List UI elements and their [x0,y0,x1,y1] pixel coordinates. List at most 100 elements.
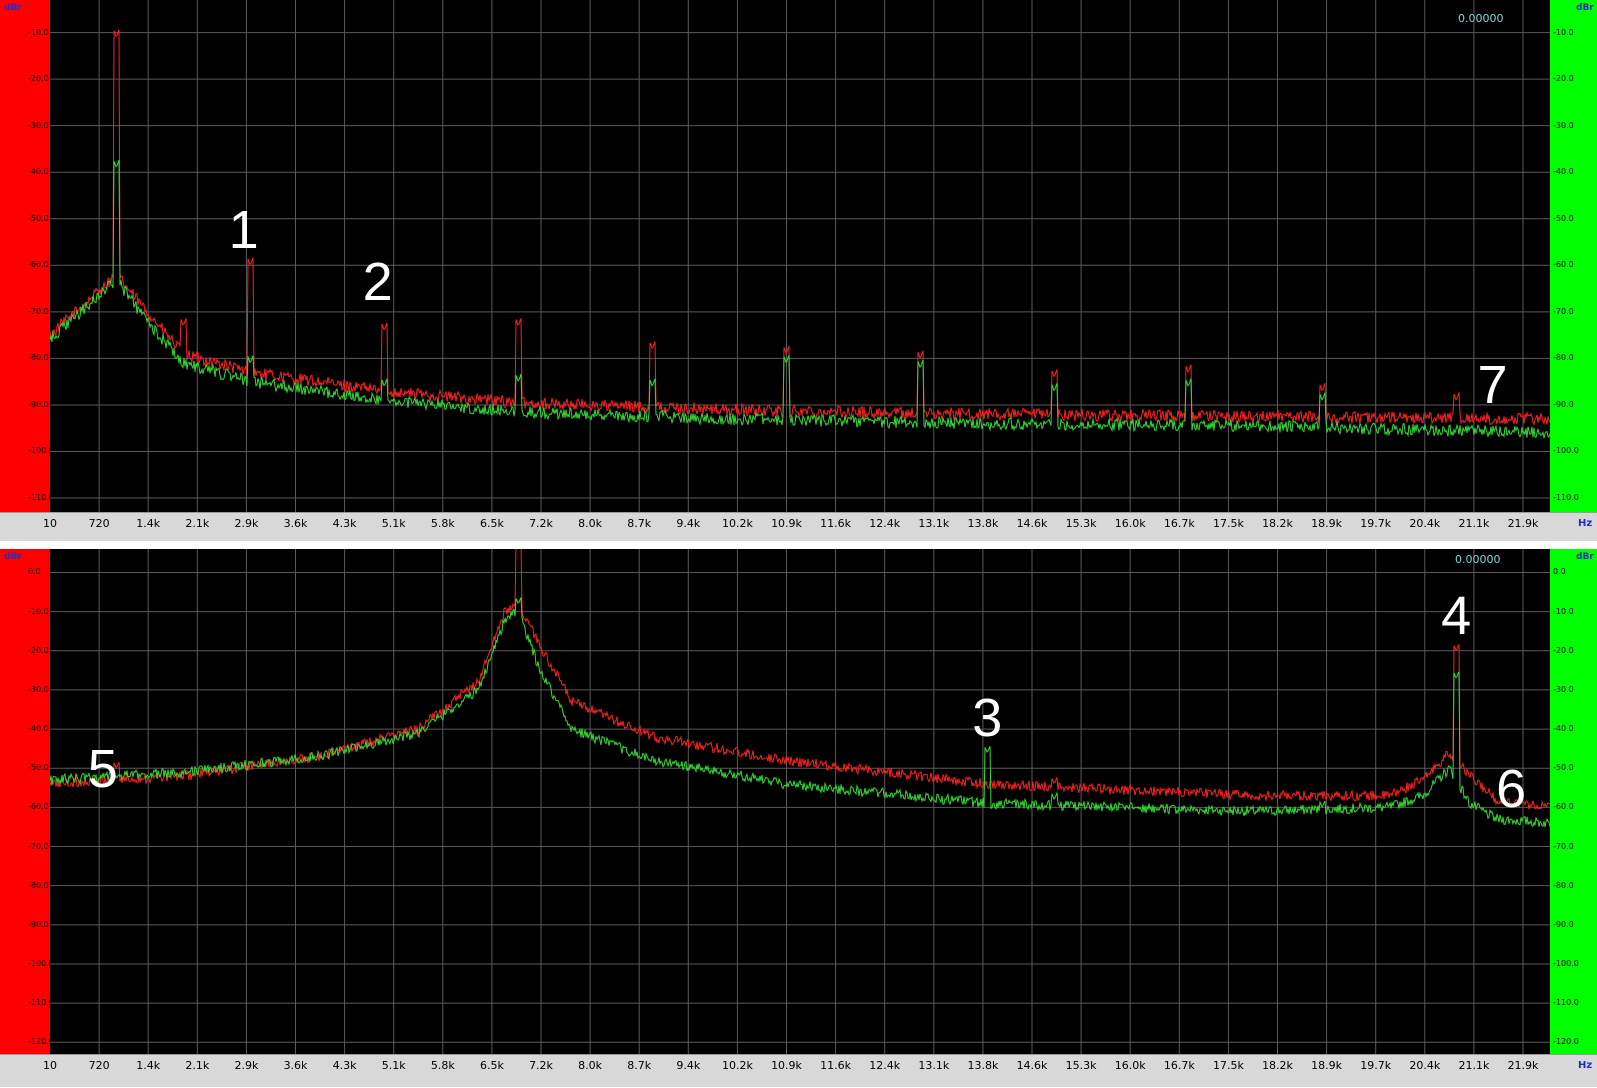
x-tick-label: 11.6k [820,517,852,530]
y-tick-label: -10.0 [1553,606,1574,616]
x-tick-label: 2.1k [185,1059,210,1072]
x-tick-label: 1.4k [136,1059,161,1072]
y-tick-label: -110.0 [1553,493,1579,503]
y-tick-label: -10.0 [1553,27,1574,37]
y-tick-label: -70.0 [28,306,49,316]
y-tick-label: -10.0 [28,27,49,37]
y-tick-label: -110.0 [1553,998,1579,1008]
x-tick-label: 19.7k [1360,1059,1392,1072]
y-tick-label: -40.0 [1553,167,1574,177]
x-tick-label: 720 [88,517,110,530]
y-tick-label: -30.0 [28,684,49,694]
spectrum-panel-top: dBr -10.0 -20.0 -30.0 -40.0 -50.0 -60.0 -70.0 -… [0,0,1597,543]
y-tick-label: -50.0 [28,213,49,223]
x-tick-label: 11.6k [820,1059,852,1072]
x-tick-label: 21.1k [1458,1059,1490,1072]
x-tick-label: 16.7k [1163,517,1195,530]
x-tick-label: 6.5k [479,517,504,530]
y-tick-label: -60.0 [1553,802,1574,812]
y-tick-label: -30.0 [1553,120,1574,130]
x-tick-label: 13.1k [918,1059,950,1072]
x-tick-label: 10.9k [771,1059,802,1072]
y-tick-label: -40.0 [28,724,49,734]
y-tick-label: -10.0 [28,606,49,616]
x-tick-label: 10.9k [771,517,802,530]
x-tick-label: 4.3k [332,1059,357,1072]
x-tick-label: 8.7k [627,517,652,530]
x-tick-label: 16.0k [1114,1059,1146,1072]
x-tick-label: 5.1k [381,1059,406,1072]
annotation-marker: 5 [87,738,118,799]
x-unit-label: Hz [1578,518,1593,529]
frequency-axis: 10 720 1.4k 2.1k 2.9k 3.6k 4.3k 5.1k 5.8k 6.5k 7.2… [0,1054,1597,1087]
y-tick-label: -80.0 [1553,353,1574,363]
x-tick-label: 18.9k [1311,1059,1343,1072]
y-tick-label: -30.0 [28,120,49,130]
green-channel-trace [50,597,1550,828]
x-tick-label: 2.9k [234,517,259,530]
x-tick-label: 14.6k [1016,1059,1048,1072]
y-tick-label: -50.0 [1553,213,1574,223]
frequency-axis: 10 720 1.4k 2.1k 2.9k 3.6k 4.3k 5.1k 5.8k 6.5k 7.2… [0,512,1597,541]
x-tick-label: 20.4k [1409,1059,1441,1072]
x-tick-label: 10.2k [721,517,753,530]
y-tick-label: -90.0 [28,399,49,409]
x-tick-label: 3.6k [283,1059,308,1072]
x-tick-label: 7.2k [529,1059,553,1072]
y-tick-label: -60.0 [28,260,49,270]
x-tick-label: 2.9k [234,1059,259,1072]
right-level-bar: dBr -10.0 -20.0 -30.0 -40.0 -50.0 -60.0 -70.0 -… [1550,0,1597,512]
y-tick-label: -60.0 [1553,260,1574,270]
left-level-bar: dBr -10.0 -20.0 -30.0 -40.0 -50.0 -60.0 -70.0 -… [0,0,54,512]
x-tick-label: 15.3k [1065,517,1097,530]
y-tick-label: -50.0 [1553,763,1574,773]
x-tick-label: 8.0k [578,1059,603,1072]
x-tick-label: 5.1k [381,517,406,530]
annotation-marker: 6 [1496,758,1527,819]
plot-area: 0.00000 1 2 7 [50,0,1550,512]
annotation-marker: 4 [1441,585,1472,646]
x-tick-label: 9.4k [676,517,701,530]
annotation-marker: 7 [1477,355,1508,416]
x-tick-label: 8.7k [627,1059,652,1072]
annotation-marker: 3 [972,687,1003,748]
y-tick-label: -40.0 [1553,724,1574,734]
x-tick-label: 10 [43,1059,57,1072]
x-tick-label: 12.4k [869,517,901,530]
y-tick-label: -100.0 [1553,958,1579,968]
x-tick-label: 17.5k [1212,517,1244,530]
annotation-marker: 1 [228,200,259,261]
x-tick-label: 18.9k [1311,517,1343,530]
x-tick-label: 21.9k [1507,1059,1539,1072]
red-channel-trace [50,549,1550,810]
plot-area: 0.00000 3 4 5 6 [50,549,1550,1054]
y-tick-label: -20.0 [28,74,49,84]
y-tick-label: -80.0 [1553,880,1574,890]
x-tick-label: 4.3k [332,517,357,530]
y-tick-label: -20.0 [28,645,49,655]
x-tick-label: 21.9k [1507,517,1539,530]
x-tick-label: 13.1k [918,517,950,530]
x-tick-label: 14.6k [1016,517,1048,530]
grid [50,0,1550,512]
x-tick-label: 1.4k [136,517,161,530]
y-tick-label: -60.0 [28,802,49,812]
x-tick-label: 10 [43,517,57,530]
left-unit-label: dBr [4,552,22,562]
x-tick-label: 16.0k [1114,517,1146,530]
y-tick-label: -40.0 [28,167,49,177]
spectrum-panel-bottom: dBr 0.0 -10.0 -20.0 -30.0 -40.0 -50.0 -60.0 -70… [0,549,1597,1088]
x-tick-label: 19.7k [1360,517,1392,530]
y-tick-label: -120.0 [1553,1037,1579,1047]
x-tick-label: 13.8k [967,1059,999,1072]
readout-value: 0.00000 [1455,553,1501,566]
y-tick-label: -50.0 [28,763,49,773]
y-tick-label: -90.0 [1553,399,1574,409]
y-tick-label: -100.0 [1553,446,1579,456]
x-tick-label: 17.5k [1212,1059,1244,1072]
right-level-bar: dBr 0.0 -10.0 -20.0 -30.0 -40.0 -50.0 -60.0 -70… [1550,549,1597,1054]
y-tick-label: -70.0 [1553,306,1574,316]
green-channel-trace [50,159,1550,439]
x-tick-label: 7.2k [529,517,553,530]
x-tick-label: 18.2k [1262,1059,1293,1072]
